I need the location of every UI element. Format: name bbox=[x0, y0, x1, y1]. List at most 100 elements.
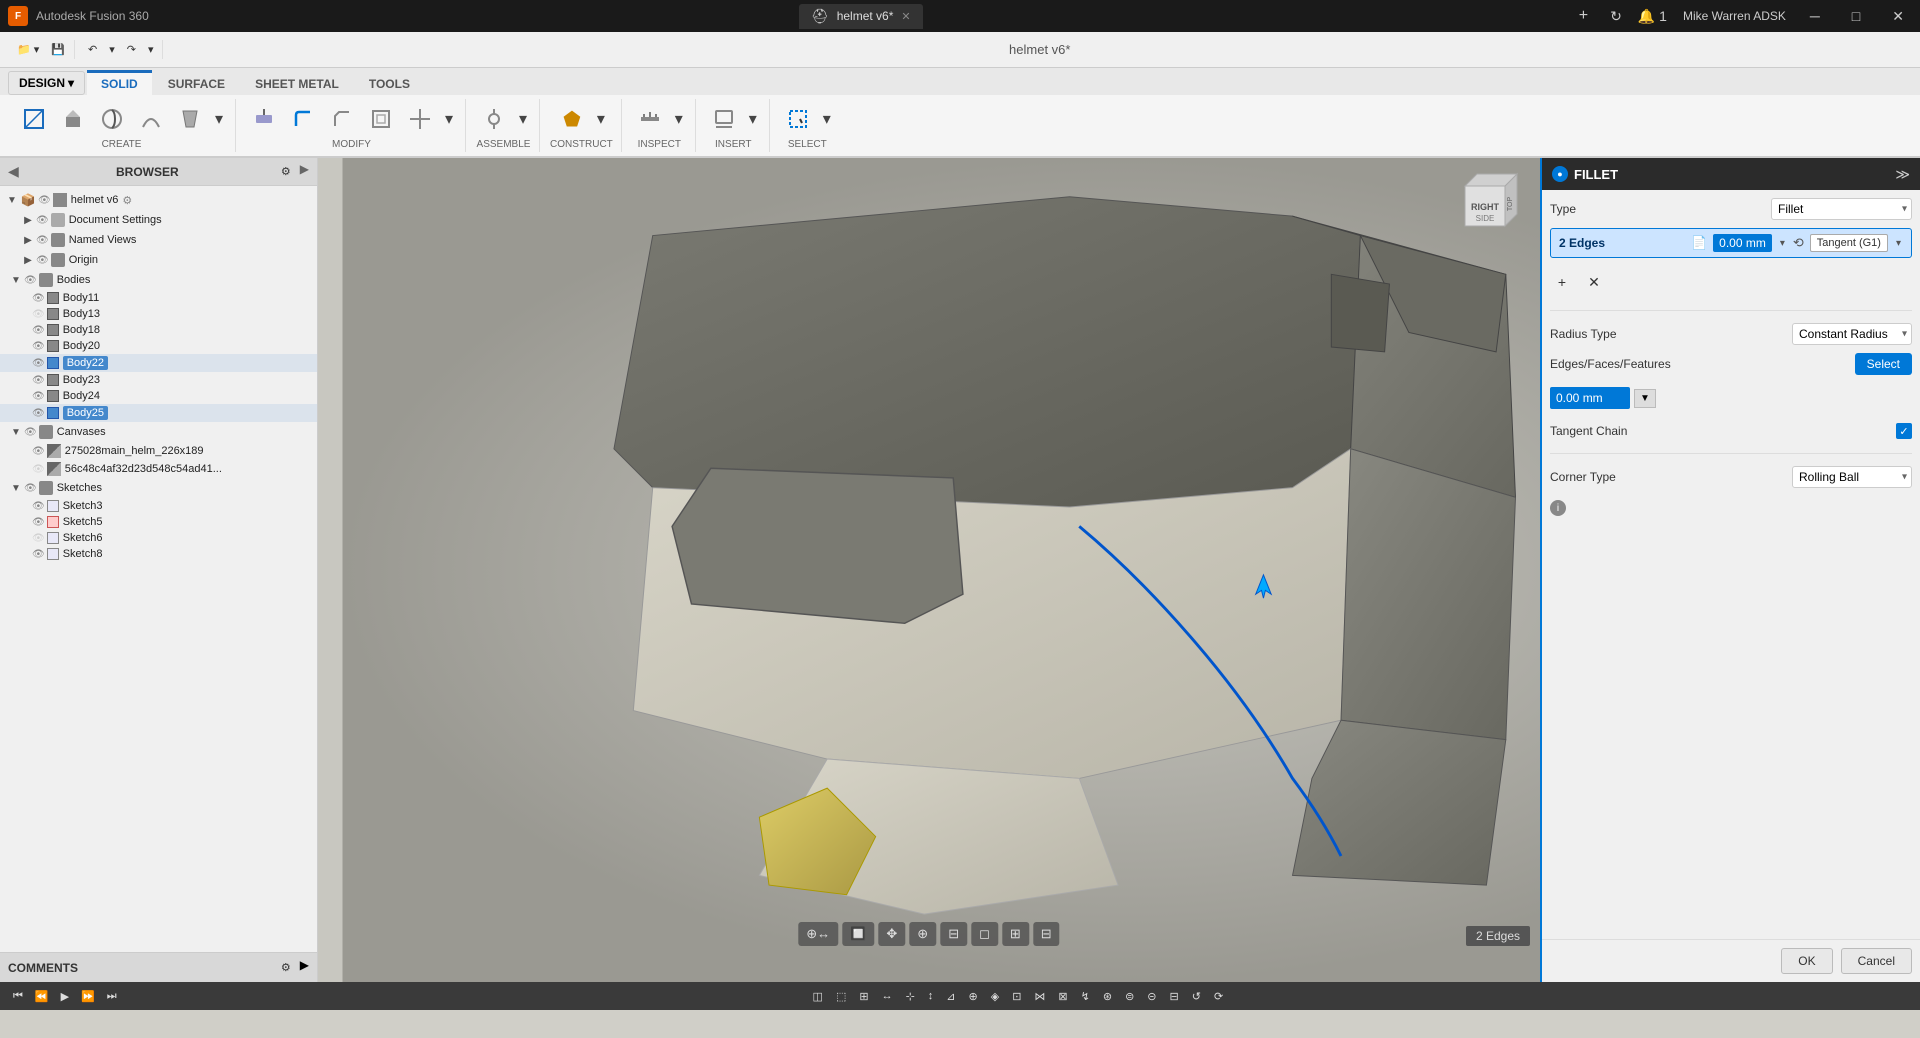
corner-type-select[interactable]: Rolling Ball Setback bbox=[1792, 466, 1912, 488]
insert-more-btn[interactable]: ▾ bbox=[745, 101, 761, 137]
radius-mm-value[interactable]: 0.00 mm bbox=[1713, 234, 1772, 252]
measure-btn[interactable] bbox=[632, 101, 668, 137]
bt-tool-1[interactable]: ◫ bbox=[808, 988, 828, 1005]
undo-btn[interactable]: ↶ bbox=[83, 40, 102, 59]
design-mode-btn[interactable]: DESIGN ▾ bbox=[8, 71, 85, 95]
tab-solid[interactable]: SOLID bbox=[87, 70, 152, 95]
tree-canvas1[interactable]: 👁 275028main_helm_226x189 bbox=[0, 442, 317, 460]
sweep-btn[interactable] bbox=[133, 101, 169, 137]
cancel-btn[interactable]: Cancel bbox=[1841, 948, 1912, 974]
revolve-btn[interactable] bbox=[94, 101, 130, 137]
radius-mm-arrow[interactable]: ▾ bbox=[1778, 238, 1787, 249]
tangent-arrow[interactable]: ▾ bbox=[1894, 238, 1903, 249]
tree-body22[interactable]: 👁 Body22 bbox=[0, 354, 317, 372]
type-select[interactable]: Fillet Variable Radius Fillet Full Round… bbox=[1771, 198, 1912, 220]
create-sketch-btn[interactable] bbox=[16, 101, 52, 137]
bt-tool-9[interactable]: ◈ bbox=[986, 988, 1004, 1005]
tangent-chain-checkbox[interactable]: ✓ bbox=[1896, 423, 1912, 439]
redo-btn[interactable]: ↷ bbox=[122, 40, 141, 59]
loft-btn[interactable] bbox=[172, 101, 208, 137]
bt-tool-17[interactable]: ⊟ bbox=[1165, 988, 1184, 1005]
mm-input-field[interactable] bbox=[1550, 387, 1630, 409]
view-cube[interactable]: RIGHT SIDE TOP bbox=[1445, 166, 1525, 246]
tree-body11[interactable]: 👁 Body11 bbox=[0, 290, 317, 306]
nav-grid-btn[interactable]: ⊞ bbox=[1002, 922, 1029, 946]
nav-zoom-fit-btn[interactable]: ⊟ bbox=[940, 922, 967, 946]
modify-more-btn[interactable]: ▾ bbox=[441, 101, 457, 137]
tree-body25[interactable]: 👁 Body25 bbox=[0, 404, 317, 422]
file-tab[interactable]: ⛑ helmet v6* ✕ bbox=[799, 4, 923, 29]
save-btn[interactable]: 💾 bbox=[46, 40, 70, 59]
bt-tool-13[interactable]: ↯ bbox=[1076, 988, 1095, 1005]
tree-sketch8[interactable]: 👁 Sketch8 bbox=[0, 546, 317, 562]
select-faces-btn[interactable]: Select bbox=[1855, 353, 1912, 375]
bt-tool-11[interactable]: ⋈ bbox=[1029, 988, 1050, 1005]
file-menu-btn[interactable]: 📁 ▾ bbox=[12, 40, 44, 59]
bt-tool-15[interactable]: ⊜ bbox=[1120, 988, 1139, 1005]
bt-tool-8[interactable]: ⊕ bbox=[964, 988, 983, 1005]
browser-settings-btn[interactable]: ⚙ bbox=[276, 162, 296, 181]
move-btn[interactable] bbox=[402, 101, 438, 137]
root-eye[interactable]: 👁 bbox=[38, 195, 51, 206]
bt-tool-14[interactable]: ⊛ bbox=[1098, 988, 1117, 1005]
insert-btn[interactable] bbox=[706, 101, 742, 137]
inspect-more-btn[interactable]: ▾ bbox=[671, 101, 687, 137]
ok-btn[interactable]: OK bbox=[1781, 948, 1832, 974]
expand-comments-icon[interactable]: ▶ bbox=[300, 958, 309, 977]
tree-body20[interactable]: 👁 Body20 bbox=[0, 338, 317, 354]
tree-canvas2[interactable]: 👁 56c48c4af32d23d548c54ad41... bbox=[0, 460, 317, 478]
tree-sketches[interactable]: ▼ 👁 Sketches bbox=[0, 478, 317, 498]
create-more-btn[interactable]: ▾ bbox=[211, 101, 227, 137]
select-btn[interactable] bbox=[780, 101, 816, 137]
close-btn[interactable]: ✕ bbox=[1884, 6, 1912, 27]
fillet-expand-btn[interactable]: ≫ bbox=[1895, 166, 1910, 183]
sync-icon[interactable]: ↻ bbox=[1610, 8, 1622, 25]
bt-play-prev[interactable]: ⏮ bbox=[8, 988, 28, 1005]
viewport[interactable]: RIGHT SIDE TOP ● FILLET ≫ Type bbox=[318, 158, 1920, 982]
select-more-btn[interactable]: ▾ bbox=[819, 101, 835, 137]
tree-sketch3[interactable]: 👁 Sketch3 bbox=[0, 498, 317, 514]
bt-tool-5[interactable]: ⊹ bbox=[901, 988, 920, 1005]
tree-origin[interactable]: ▶ 👁 Origin bbox=[0, 250, 317, 270]
root-settings-icon[interactable]: ⚙ bbox=[122, 194, 132, 207]
tab-sheet-metal[interactable]: SHEET METAL bbox=[241, 70, 353, 95]
tree-named-views[interactable]: ▶ 👁 Named Views bbox=[0, 230, 317, 250]
collapse-sidebar-btn[interactable]: ◀ bbox=[8, 163, 19, 180]
user-name[interactable]: Mike Warren ADSK bbox=[1683, 9, 1786, 23]
edges-row[interactable]: 2 Edges 📄 0.00 mm ▾ ⟲ Tangent (G1) ▾ bbox=[1550, 228, 1912, 258]
maximize-btn[interactable]: □ bbox=[1844, 6, 1868, 26]
tree-root[interactable]: ▼ 📦 👁 helmet v6 ⚙ bbox=[0, 190, 317, 210]
bt-tool-7[interactable]: ⊿ bbox=[941, 988, 960, 1005]
remove-edge-btn[interactable]: ✕ bbox=[1582, 270, 1606, 294]
nav-zoom-btn[interactable]: ⊕ bbox=[909, 922, 936, 946]
add-tab-btn[interactable]: + bbox=[1573, 5, 1594, 27]
nav-look-btn[interactable]: 🔲 bbox=[842, 922, 874, 946]
tree-body18[interactable]: 👁 Body18 bbox=[0, 322, 317, 338]
bt-tool-4[interactable]: ↔ bbox=[877, 988, 898, 1005]
radius-type-select-wrapper[interactable]: Constant Radius Variable Radius bbox=[1792, 323, 1912, 345]
corner-type-select-wrapper[interactable]: Rolling Ball Setback bbox=[1792, 466, 1912, 488]
shell-btn[interactable] bbox=[363, 101, 399, 137]
minimize-btn[interactable]: ─ bbox=[1802, 6, 1828, 26]
redo-arrow-btn[interactable]: ▾ bbox=[143, 40, 159, 59]
bt-tool-12[interactable]: ⊠ bbox=[1053, 988, 1072, 1005]
tree-body24[interactable]: 👁 Body24 bbox=[0, 388, 317, 404]
bt-tool-16[interactable]: ⊝ bbox=[1142, 988, 1161, 1005]
bt-play-next[interactable]: ⏭ bbox=[102, 988, 122, 1005]
notification-icon[interactable]: 🔔 1 bbox=[1638, 8, 1667, 25]
fillet-btn[interactable] bbox=[285, 101, 321, 137]
press-pull-btn[interactable] bbox=[246, 101, 282, 137]
mm-down-arrow[interactable]: ▼ bbox=[1634, 389, 1656, 408]
bt-tool-2[interactable]: ⬚ bbox=[831, 988, 851, 1005]
tree-sketch6[interactable]: 👁 Sketch6 bbox=[0, 530, 317, 546]
bt-play-fwd[interactable]: ⏩ bbox=[76, 988, 100, 1005]
bt-tool-19[interactable]: ⟳ bbox=[1209, 988, 1228, 1005]
bt-tool-18[interactable]: ↺ bbox=[1187, 988, 1206, 1005]
radius-type-select[interactable]: Constant Radius Variable Radius bbox=[1792, 323, 1912, 345]
undo-arrow-btn[interactable]: ▾ bbox=[104, 40, 120, 59]
bt-tool-3[interactable]: ⊞ bbox=[854, 988, 873, 1005]
nav-orbit-btn[interactable]: ⊕↔ bbox=[798, 922, 838, 946]
chamfer-btn[interactable] bbox=[324, 101, 360, 137]
nav-pan-btn[interactable]: ✥ bbox=[878, 922, 905, 946]
tree-canvases[interactable]: ▼ 👁 Canvases bbox=[0, 422, 317, 442]
